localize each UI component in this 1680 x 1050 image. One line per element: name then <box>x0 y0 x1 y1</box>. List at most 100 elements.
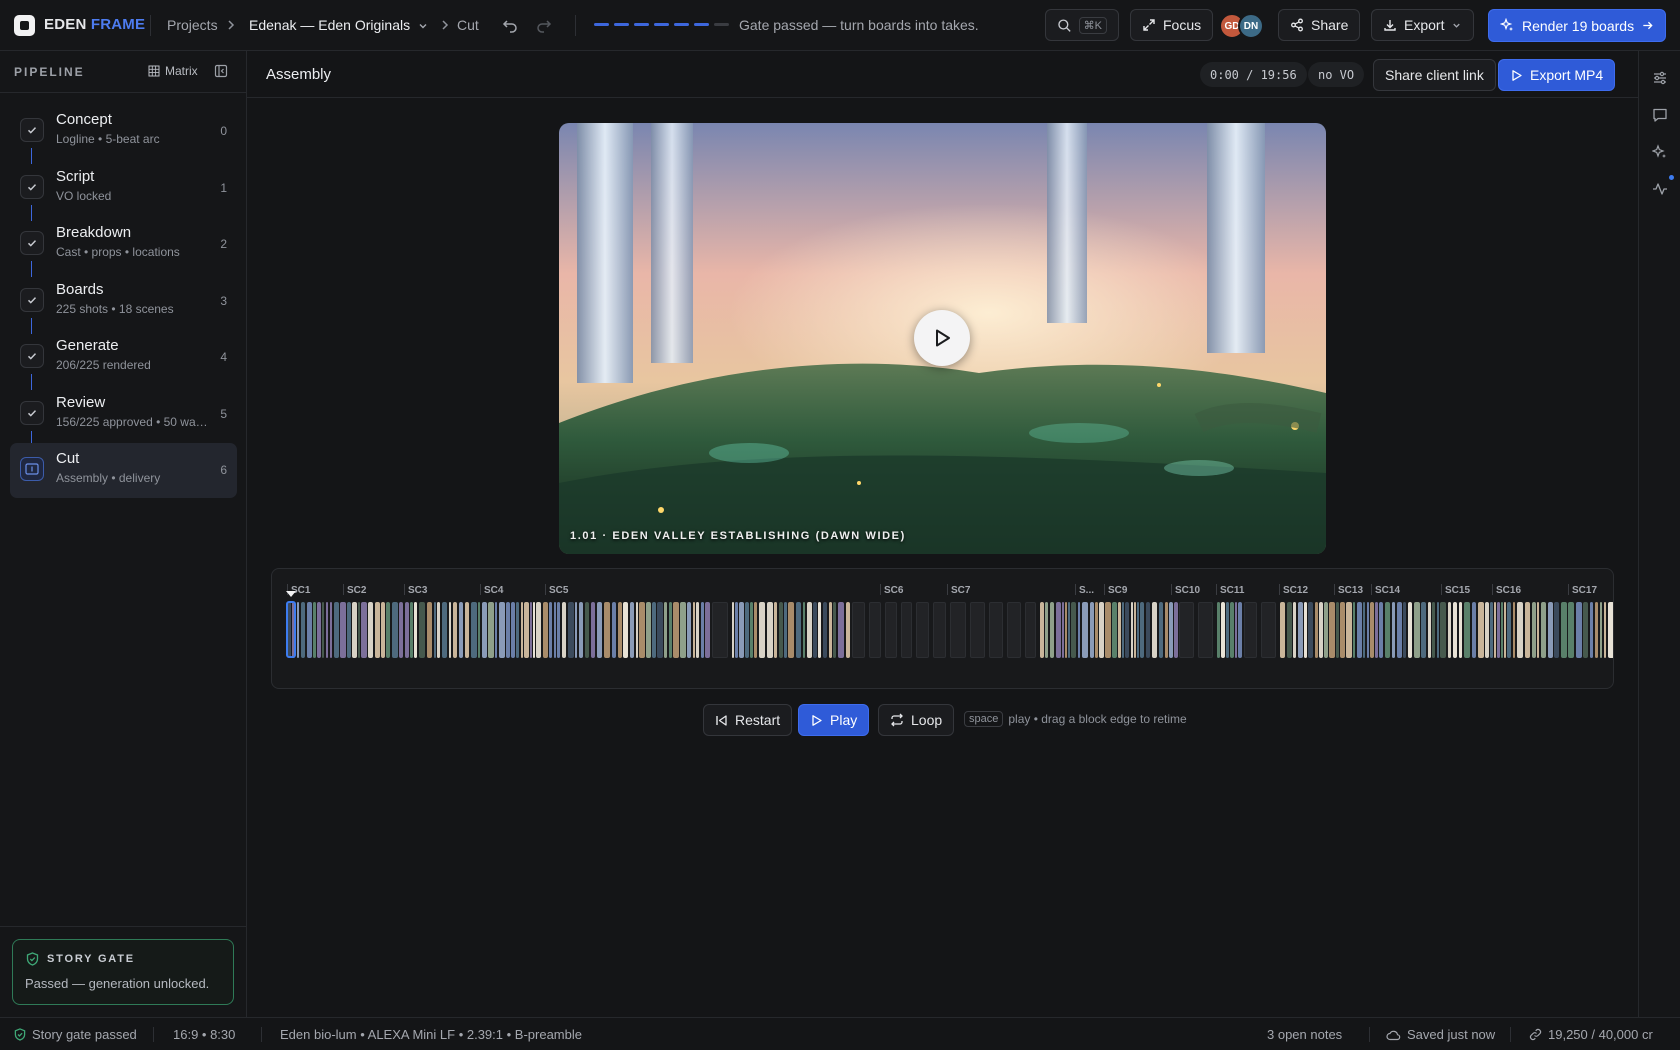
shot-thumbnail[interactable] <box>386 602 390 658</box>
shot-thumbnail[interactable] <box>317 602 321 658</box>
shot-thumbnail[interactable] <box>739 602 744 658</box>
shot-thumbnail[interactable] <box>442 602 447 658</box>
export-button[interactable]: Export <box>1371 9 1475 41</box>
scene-label[interactable]: SC4 <box>484 585 503 596</box>
shot-thumbnail[interactable] <box>1403 602 1406 658</box>
shot-thumbnail[interactable] <box>347 602 351 658</box>
shot-thumbnail[interactable] <box>340 602 346 658</box>
shot-thumbnail[interactable] <box>657 602 663 658</box>
shot-thumbnail[interactable] <box>361 602 367 658</box>
sliders-icon[interactable] <box>1652 70 1668 86</box>
shot-thumbnail[interactable] <box>693 602 695 658</box>
shot-thumbnail[interactable] <box>823 602 827 658</box>
shot-thumbnail[interactable] <box>989 602 1003 658</box>
shot-thumbnail[interactable] <box>579 602 583 658</box>
shot-thumbnail[interactable] <box>1062 602 1064 658</box>
shot-thumbnail[interactable] <box>1370 602 1374 658</box>
shot-thumbnail[interactable] <box>427 602 432 658</box>
breadcrumb-projects[interactable]: Projects <box>167 17 218 33</box>
shot-thumbnail[interactable] <box>869 602 881 658</box>
shot-thumbnail[interactable] <box>779 602 783 658</box>
scene-label[interactable]: SC7 <box>951 585 970 596</box>
shot-thumbnail[interactable] <box>1414 602 1420 658</box>
shot-thumbnail[interactable] <box>1099 602 1104 658</box>
shot-thumbnail[interactable] <box>1554 602 1559 658</box>
shot-thumbnail[interactable] <box>885 602 897 658</box>
shot-thumbnail[interactable] <box>784 602 787 658</box>
scene-label[interactable]: SC5 <box>549 585 568 596</box>
shot-thumbnail[interactable] <box>1340 602 1345 658</box>
shot-thumbnail[interactable] <box>701 602 704 658</box>
shot-thumbnail[interactable] <box>1304 602 1307 658</box>
scene-label[interactable]: SC11 <box>1220 585 1244 596</box>
shot-thumbnail[interactable] <box>933 602 946 658</box>
shot-thumbnail[interactable] <box>1513 602 1515 658</box>
shot-thumbnail[interactable] <box>488 602 494 658</box>
focus-button[interactable]: Focus <box>1130 9 1214 41</box>
shot-thumbnail[interactable] <box>524 602 529 658</box>
shot-thumbnail[interactable] <box>482 602 487 658</box>
shot-thumbnail[interactable] <box>759 602 765 658</box>
shot-thumbnail[interactable] <box>554 602 556 658</box>
scene-label[interactable]: SC12 <box>1283 585 1308 596</box>
shot-thumbnail[interactable] <box>543 602 548 658</box>
scene-label[interactable]: SC6 <box>884 585 903 596</box>
scene-label[interactable]: SC17 <box>1572 585 1597 596</box>
shot-thumbnail[interactable] <box>1548 602 1553 658</box>
scene-label[interactable]: S... <box>1079 585 1094 596</box>
pipeline-step-boards[interactable]: Boards 225 shots • 18 scenes 3 <box>10 274 237 329</box>
shot-thumbnail[interactable] <box>1357 602 1362 658</box>
breadcrumb-cut[interactable]: Cut <box>457 17 479 33</box>
shot-thumbnail[interactable] <box>623 602 628 658</box>
loop-button[interactable]: Loop <box>878 704 955 736</box>
shot-thumbnail[interactable] <box>1071 602 1076 658</box>
shot-thumbnail[interactable] <box>381 602 385 658</box>
shot-thumbnail[interactable] <box>1095 602 1098 658</box>
shot-thumbnail[interactable] <box>1082 602 1088 658</box>
scene-label[interactable]: SC3 <box>408 585 427 596</box>
shot-thumbnail[interactable] <box>618 602 622 658</box>
scene-label[interactable]: SC2 <box>347 585 366 596</box>
restart-button[interactable]: Restart <box>703 704 793 736</box>
shot-thumbnail[interactable] <box>630 602 634 658</box>
shot-thumbnail[interactable] <box>735 602 738 658</box>
shot-thumbnail[interactable] <box>307 602 312 658</box>
shot-thumbnail[interactable] <box>1379 602 1383 658</box>
shot-thumbnail[interactable] <box>1056 602 1061 658</box>
shot-thumbnail[interactable] <box>1112 602 1117 658</box>
share-client-link-button[interactable]: Share client link <box>1373 59 1496 91</box>
shot-thumbnail[interactable] <box>1537 602 1539 658</box>
shot-thumbnail[interactable] <box>604 602 610 658</box>
shot-thumbnail[interactable] <box>1261 602 1276 658</box>
export-mp4-button[interactable]: Export MP4 <box>1498 59 1616 91</box>
shot-thumbnail[interactable] <box>1169 602 1173 658</box>
matrix-toggle[interactable]: Matrix <box>148 64 198 78</box>
shot-thumbnail[interactable] <box>838 602 844 658</box>
shot-thumbnail[interactable] <box>639 602 645 658</box>
shot-thumbnail[interactable] <box>1432 602 1435 658</box>
shot-thumbnail[interactable] <box>833 602 836 658</box>
shot-thumbnail[interactable] <box>1122 602 1124 658</box>
activity-icon[interactable] <box>1652 181 1668 197</box>
shot-thumbnail[interactable] <box>297 602 299 658</box>
shot-strip[interactable] <box>287 602 1613 658</box>
shot-thumbnail[interactable] <box>437 602 440 658</box>
shot-thumbnail[interactable] <box>1308 602 1313 658</box>
share-button[interactable]: Share <box>1278 9 1361 41</box>
sparkle-icon[interactable] <box>1652 144 1668 160</box>
shot-thumbnail[interactable] <box>322 602 324 658</box>
shot-thumbnail[interactable] <box>652 602 656 658</box>
scene-label[interactable]: SC14 <box>1375 585 1400 596</box>
shot-thumbnail[interactable] <box>1507 602 1511 658</box>
shot-thumbnail[interactable] <box>705 602 710 658</box>
shot-thumbnail[interactable] <box>1576 602 1582 658</box>
shot-thumbnail[interactable] <box>1025 602 1036 658</box>
shot-thumbnail[interactable] <box>1501 602 1503 658</box>
shot-thumbnail[interactable] <box>1604 602 1606 658</box>
pipeline-step-review[interactable]: Review 156/225 approved • 50 waiting 5 <box>10 387 237 442</box>
shot-thumbnail[interactable] <box>1428 602 1431 658</box>
shot-thumbnail[interactable] <box>1287 602 1292 658</box>
shot-thumbnail[interactable] <box>1440 602 1446 658</box>
shot-thumbnail[interactable] <box>1238 602 1242 658</box>
shot-thumbnail[interactable] <box>575 602 577 658</box>
